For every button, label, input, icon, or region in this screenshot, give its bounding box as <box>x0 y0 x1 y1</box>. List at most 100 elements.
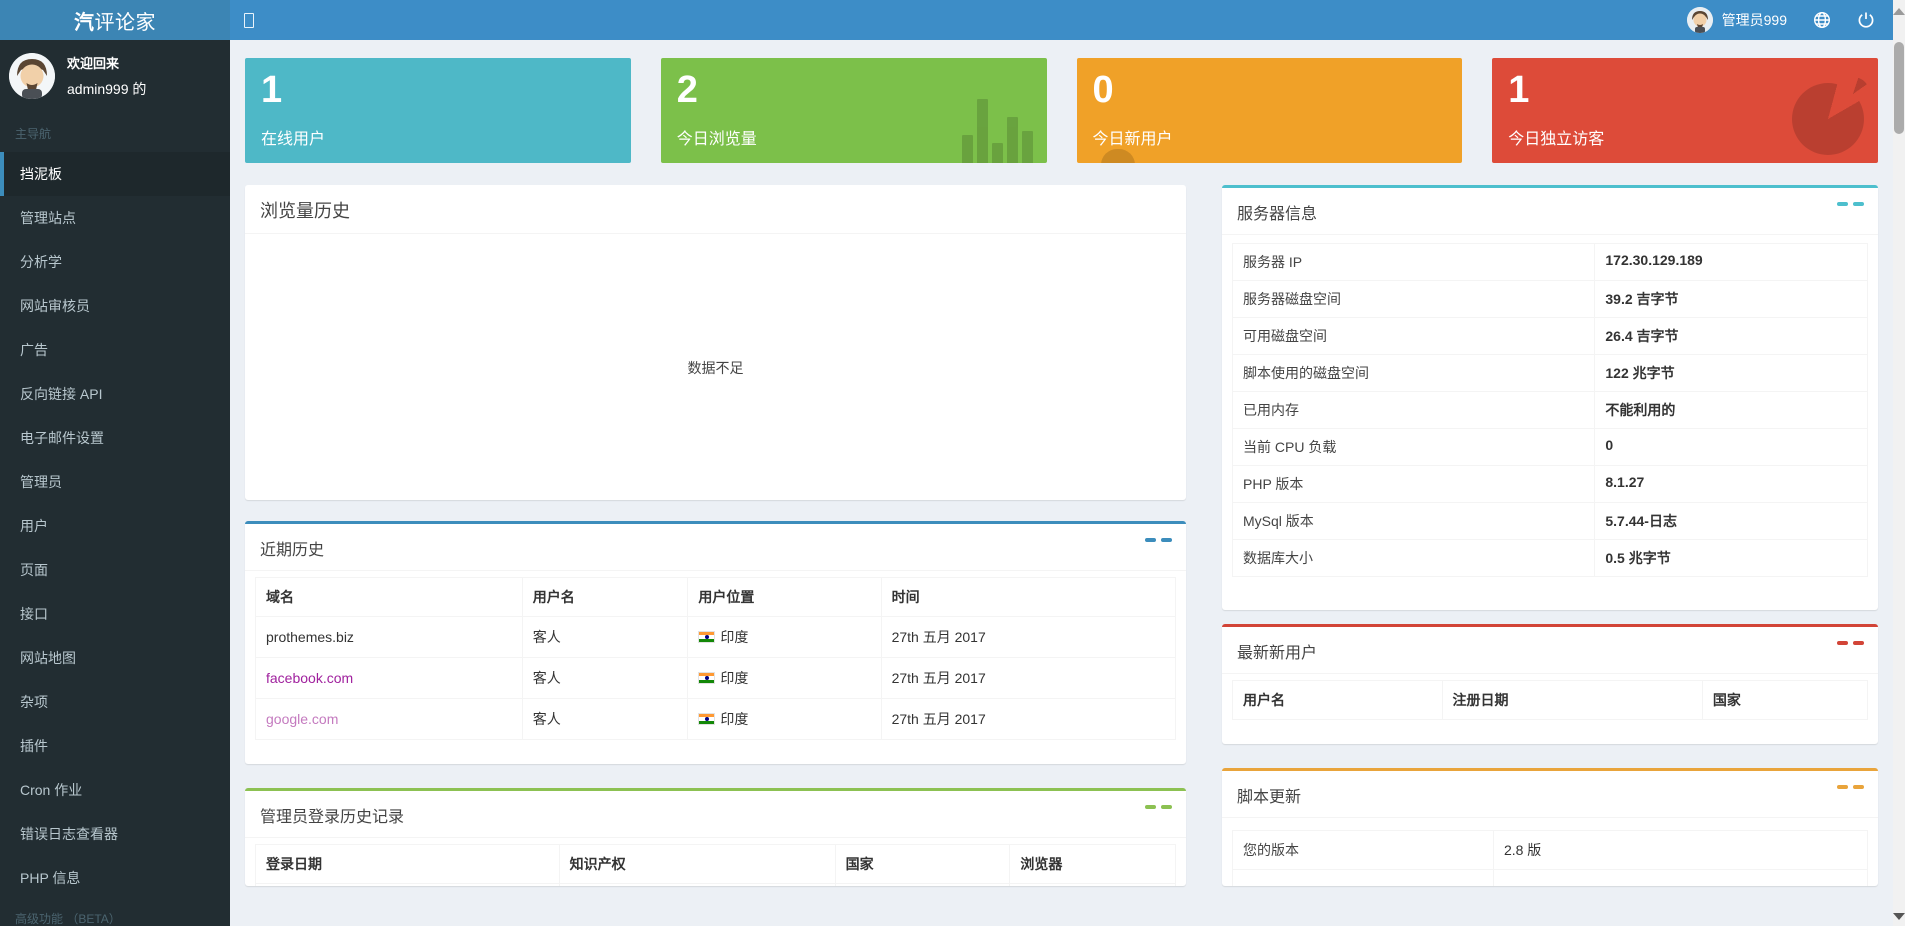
script-updates-panel: 脚本更新 您的版本 2.8 版 <box>1222 768 1878 886</box>
user-menu[interactable]: 管理员999 <box>1687 7 1787 33</box>
sidebar-item-ads[interactable]: 广告 <box>0 328 230 372</box>
collapse-dash-icon <box>1853 202 1864 206</box>
domain-link[interactable]: prothemes.biz <box>266 629 354 645</box>
sidebar-item-misc[interactable]: 杂项 <box>0 680 230 724</box>
person-add-icon <box>1079 149 1165 163</box>
power-icon[interactable] <box>1857 11 1875 29</box>
row-label: 已用内存 <box>1233 392 1594 428</box>
collapse-dash-icon <box>1837 202 1848 206</box>
cell-location: 印度 <box>720 627 748 647</box>
col-user-location: 用户位置 <box>688 578 881 617</box>
admin-login-history-table: 登录日期 知识产权 国家 浏览器 <box>255 844 1176 886</box>
globe-icon[interactable] <box>1813 11 1831 29</box>
collapse-dash-icon <box>1837 785 1848 789</box>
panel-title: 服务器信息 <box>1237 206 1317 223</box>
cell-location: 印度 <box>720 668 748 688</box>
panel-collapse-control[interactable] <box>1145 538 1172 542</box>
sidebar-item-pages[interactable]: 页面 <box>0 548 230 592</box>
row-value: 26.4 吉字节 <box>1594 318 1867 354</box>
vertical-scrollbar[interactable] <box>1893 0 1905 926</box>
sidebar-item-sitemap[interactable]: 网站地图 <box>0 636 230 680</box>
table-header-row: 用户名 注册日期 国家 <box>1233 681 1868 720</box>
row-label: 您的版本 <box>1233 831 1493 869</box>
user-name: 管理员999 <box>1722 10 1787 30</box>
panel-title: 脚本更新 <box>1237 789 1301 806</box>
sidebar-item-site-auditor[interactable]: 网站审核员 <box>0 284 230 328</box>
cell-time: 27th 五月 2017 <box>881 658 1175 699</box>
scroll-up-arrow-icon[interactable] <box>1893 8 1905 15</box>
stat-label: 在线用户 <box>261 125 615 149</box>
welcome-label: 欢迎回来 <box>67 53 146 72</box>
table-row: facebook.com 客人 印度 27th 五月 2017 <box>256 658 1176 699</box>
pie-wedge-icon <box>1836 77 1870 111</box>
panel-collapse-control[interactable] <box>1837 641 1864 645</box>
col-login-date: 登录日期 <box>256 845 560 884</box>
row-value: 122 兆字节 <box>1594 355 1867 391</box>
row-label: 服务器磁盘空间 <box>1233 281 1594 317</box>
server-info-row: PHP 版本8.1.27 <box>1232 465 1868 502</box>
server-info-row: MySql 版本5.7.44-日志 <box>1232 502 1868 539</box>
sidebar-item-analytics[interactable]: 分析学 <box>0 240 230 284</box>
user-avatar <box>1687 7 1713 33</box>
sidebar-item-php-info[interactable]: PHP 信息 <box>0 856 230 900</box>
col-country: 国家 <box>835 845 1010 884</box>
main-content: 挡泥板 控制面板 管理 > 挡泥板 1 在线用户 2 今日浏览量 0 今日新用户 <box>230 0 1905 886</box>
row-label: 脚本使用的磁盘空间 <box>1233 355 1594 391</box>
sidebar-item-backlink-api[interactable]: 反向链接 API <box>0 372 230 416</box>
sidebar-item-users[interactable]: 用户 <box>0 504 230 548</box>
col-username: 用户名 <box>522 578 688 617</box>
table-header-row: 域名 用户名 用户位置 时间 <box>256 578 1176 617</box>
server-info-row: 脚本使用的磁盘空间122 兆字节 <box>1232 354 1868 391</box>
india-flag-icon <box>698 672 715 684</box>
collapse-dash-icon <box>1837 641 1848 645</box>
panel-collapse-control[interactable] <box>1145 805 1172 809</box>
collapse-dash-icon <box>1853 641 1864 645</box>
scrollbar-thumb[interactable] <box>1894 42 1904 134</box>
panel-title: 管理员登录历史记录 <box>260 809 404 826</box>
logo-bold: 汽 <box>74 12 95 34</box>
india-flag-icon <box>698 631 715 643</box>
stat-boxes-row: 1 在线用户 2 今日浏览量 0 今日新用户 1 今日独立访客 <box>245 58 1878 163</box>
row-label: 数据库大小 <box>1233 540 1594 576</box>
row-label: 服务器 IP <box>1233 244 1594 280</box>
cell-username: 客人 <box>522 699 688 740</box>
sidebar-username: admin999 的 <box>67 79 146 99</box>
sidebar-item-admins[interactable]: 管理员 <box>0 460 230 504</box>
col-browser: 浏览器 <box>1010 845 1176 884</box>
chart-empty-message: 数据不足 <box>688 358 744 378</box>
domain-link[interactable]: facebook.com <box>266 670 353 686</box>
app-logo[interactable]: 汽评论家 <box>0 0 230 40</box>
menu-icon[interactable] <box>244 13 254 28</box>
recent-history-table: 域名 用户名 用户位置 时间 prothemes.biz 客人 印度 27th … <box>255 577 1176 740</box>
script-next-row <box>1232 869 1868 886</box>
row-label: PHP 版本 <box>1233 466 1594 502</box>
sidebar-item-email-settings[interactable]: 电子邮件设置 <box>0 416 230 460</box>
panel-collapse-control[interactable] <box>1837 785 1864 789</box>
sidebar-item-error-log-viewer[interactable]: 错误日志查看器 <box>0 812 230 856</box>
row-label: 当前 CPU 负载 <box>1233 429 1594 465</box>
views-history-panel: 浏览量历史 数据不足 <box>245 185 1186 500</box>
row-value: 0.5 兆字节 <box>1594 540 1867 576</box>
scroll-down-arrow-icon[interactable] <box>1893 913 1905 920</box>
admin-login-history-panel: 管理员登录历史记录 登录日期 知识产权 国家 浏览器 <box>245 788 1186 886</box>
stat-value: 0 <box>1093 68 1447 112</box>
newest-users-table: 用户名 注册日期 国家 <box>1232 680 1868 720</box>
sidebar-item-plugins[interactable]: 插件 <box>0 724 230 768</box>
collapse-dash-icon <box>1145 538 1156 542</box>
collapse-dash-icon <box>1145 805 1156 809</box>
row-value: 不能利用的 <box>1594 392 1867 428</box>
col-ip: 知识产权 <box>559 845 835 884</box>
panel-collapse-control[interactable] <box>1837 202 1864 206</box>
domain-link[interactable]: google.com <box>266 711 338 727</box>
table-row: google.com 客人 印度 27th 五月 2017 <box>256 699 1176 740</box>
top-navbar: 汽评论家 管理员999 <box>0 0 1905 40</box>
sidebar-item-cron-jobs[interactable]: Cron 作业 <box>0 768 230 812</box>
india-flag-icon <box>698 713 715 725</box>
server-info-row: 可用磁盘空间26.4 吉字节 <box>1232 317 1868 354</box>
table-row <box>256 884 1176 887</box>
recent-history-panel: 近期历史 域名 用户名 用户位置 时间 prothemes.biz <box>245 521 1186 764</box>
sidebar-item-manage-sites[interactable]: 管理站点 <box>0 196 230 240</box>
col-time: 时间 <box>881 578 1175 617</box>
sidebar-item-dashboard[interactable]: 挡泥板 <box>0 152 230 196</box>
sidebar-item-api[interactable]: 接口 <box>0 592 230 636</box>
